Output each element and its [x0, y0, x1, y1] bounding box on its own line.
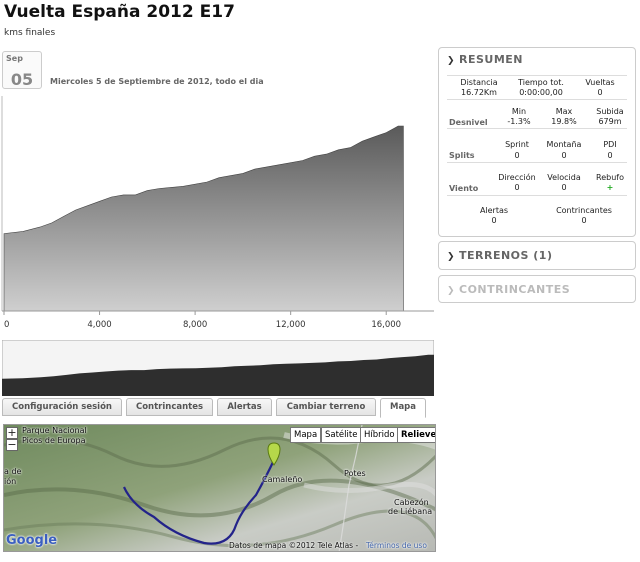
x-tick-label: 0	[4, 320, 9, 330]
elevation-chart[interactable]: 0 4,000 8,000 12,000 16,000	[0, 96, 436, 336]
map-label-potes: Potes	[344, 469, 366, 478]
map-view[interactable]: + − Parque Nacional Picos de Europa a de…	[3, 424, 436, 552]
terrenos-header[interactable]: ❯ TERRENOS (1)	[447, 249, 553, 262]
map-label-camaleno: Camaleño	[262, 475, 303, 484]
map-type-mapa-button[interactable]: Mapa	[290, 427, 322, 443]
tab-contrincantes[interactable]: Contrincantes	[126, 398, 213, 416]
x-tick-label: 12,000	[276, 320, 306, 330]
stat-pdi-label: PDI	[603, 140, 617, 149]
map-type-hibrido-button[interactable]: Híbrido	[360, 427, 399, 443]
page-title: Vuelta España 2012 E17	[4, 2, 235, 22]
stat-distance-value: 16.72Km	[461, 88, 497, 97]
stat-min-label: Min	[511, 107, 527, 116]
divider	[447, 75, 627, 76]
page-subtitle: kms finales	[4, 28, 56, 38]
terrenos-title: TERRENOS (1)	[459, 249, 553, 262]
stat-laps-label: Vueltas	[585, 78, 615, 87]
map-type-satelite-button[interactable]: Satélite	[321, 427, 362, 443]
chevron-down-icon: ❯	[447, 56, 456, 66]
date-month: Sep	[6, 54, 23, 63]
tab-mapa[interactable]: Mapa	[380, 398, 426, 418]
stat-distance-label: Distancia	[460, 78, 498, 87]
x-tick-label: 4,000	[87, 320, 111, 330]
stat-laps-value: 0	[597, 88, 603, 97]
contrincantes-title: CONTRINCANTES	[459, 283, 571, 296]
resumen-title: RESUMEN	[459, 53, 524, 66]
terrenos-panel[interactable]: ❯ TERRENOS (1)	[438, 241, 636, 270]
map-label-park-name: Picos de Europa	[22, 436, 86, 445]
divider	[447, 99, 627, 100]
date-day: 05	[10, 70, 34, 89]
date-text: Miercoles 5 de Septiembre de 2012, todo …	[50, 77, 264, 86]
stat-max-label: Max	[555, 107, 573, 116]
map-label-edge-2: ión	[4, 477, 17, 486]
stat-opponents-label: Contrincantes	[556, 206, 612, 215]
x-tick-label: 8,000	[183, 320, 207, 330]
resumen-panel: ❯ RESUMEN Distancia Tiempo tot. Vueltas 1…	[438, 47, 636, 237]
stat-sprint-label: Sprint	[505, 140, 529, 149]
stat-mountain-label: Montaña	[546, 140, 582, 149]
stat-time-value: 0:00:00,00	[519, 88, 563, 97]
zoom-out-icon[interactable]: −	[6, 439, 18, 451]
divider	[447, 162, 627, 163]
map-label-park: Parque Nacional	[22, 426, 87, 435]
tab-configuracion-sesion[interactable]: Configuración sesión	[2, 398, 122, 416]
elevation-area	[3, 125, 404, 312]
date-badge: Sep 05	[2, 51, 42, 89]
map-type-relieve-button[interactable]: Relieve	[397, 427, 435, 443]
stat-climb-label: Subida	[596, 107, 624, 116]
viento-label: Viento	[449, 184, 479, 193]
resumen-header[interactable]: ❯ RESUMEN	[447, 53, 523, 66]
map-terms-link[interactable]: Términos de uso	[366, 541, 427, 550]
chevron-right-icon: ❯	[447, 286, 456, 296]
tab-cambiar-terreno[interactable]: Cambiar terreno	[276, 398, 376, 416]
stat-alerts-label: Alertas	[479, 206, 509, 215]
contrincantes-header[interactable]: ❯ CONTRINCANTES	[447, 283, 570, 296]
stat-climb-value: 679m	[598, 117, 622, 126]
map-credit: Datos de mapa ©2012 Tele Atlas -	[229, 541, 359, 550]
overview-navigator[interactable]	[2, 340, 434, 396]
stat-alerts-value: 0	[491, 216, 497, 225]
splits-label: Splits	[449, 151, 475, 160]
google-logo: Google	[6, 533, 58, 548]
stat-time-label: Tiempo tot.	[518, 78, 564, 87]
stat-sprint-value: 0	[514, 151, 520, 160]
stat-mountain-value: 0	[561, 151, 567, 160]
map-label-edge: a de	[4, 467, 22, 476]
stat-speed-label: Velocida	[547, 173, 581, 182]
chevron-right-icon: ❯	[447, 252, 456, 262]
divider	[447, 128, 627, 129]
stat-pdi-value: 0	[607, 151, 613, 160]
x-tick-label: 16,000	[371, 320, 401, 330]
stat-max-value: 19.8%	[551, 117, 577, 126]
stat-draft-value: +	[606, 183, 614, 192]
x-axis-ticks: 0 4,000 8,000 12,000 16,000	[3, 311, 401, 330]
tab-alertas[interactable]: Alertas	[217, 398, 272, 416]
stat-direction-value: 0	[514, 183, 520, 192]
divider	[447, 195, 627, 196]
stat-min-value: -1.3%	[507, 117, 531, 126]
contrincantes-panel[interactable]: ❯ CONTRINCANTES	[438, 275, 636, 303]
desnivel-label: Desnivel	[449, 118, 488, 127]
map-label-liebana: de Liébana	[388, 507, 433, 516]
stat-direction-label: Dirección	[498, 173, 536, 182]
stat-speed-value: 0	[561, 183, 567, 192]
stat-opponents-value: 0	[581, 216, 587, 225]
map-label-cabezon: Cabezón	[394, 498, 429, 507]
stat-draft-label: Rebufo	[596, 173, 624, 182]
tab-bar: Configuración sesión Contrincantes Alert…	[2, 398, 436, 418]
